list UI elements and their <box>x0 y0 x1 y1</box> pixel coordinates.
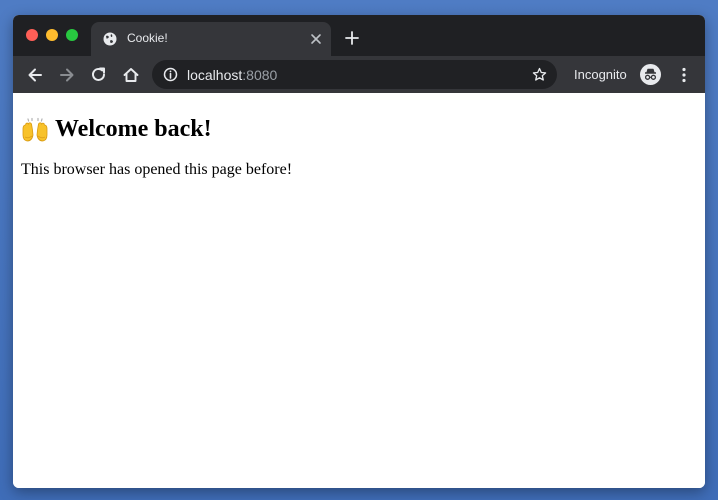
close-window-button[interactable] <box>26 29 38 41</box>
plus-icon[interactable] <box>345 31 359 45</box>
home-icon[interactable] <box>122 66 140 84</box>
url-port: :8080 <box>242 67 278 83</box>
kebab-menu-icon[interactable] <box>676 66 692 84</box>
reload-icon[interactable] <box>90 66 108 84</box>
incognito-icon[interactable] <box>640 64 661 85</box>
tab-title: Cookie! <box>127 31 168 45</box>
maximize-window-button[interactable] <box>66 29 78 41</box>
star-icon[interactable] <box>532 67 547 82</box>
toolbar: localhost:8080 Incognito <box>13 56 705 93</box>
info-icon[interactable] <box>163 67 178 82</box>
heading-text: Welcome back! <box>55 116 212 142</box>
body-text: This browser has opened this page before… <box>21 161 293 178</box>
arrow-left-icon[interactable] <box>26 66 44 84</box>
url-text[interactable]: localhost:8080 <box>187 67 277 83</box>
url-host: localhost <box>187 67 243 83</box>
globe-icon <box>103 32 117 46</box>
minimize-window-button[interactable] <box>46 29 58 41</box>
page-content: Welcome back! This browser has opened th… <box>13 93 705 488</box>
browser-window: Cookie! localhost:8080 Incognito Welcome… <box>13 15 705 488</box>
page-heading: Welcome back! <box>21 116 697 143</box>
incognito-label[interactable]: Incognito <box>574 67 627 82</box>
address-bar[interactable]: localhost:8080 <box>152 60 557 89</box>
raised-hands-icon <box>22 117 48 141</box>
arrow-right-icon[interactable] <box>58 66 76 84</box>
close-icon[interactable] <box>309 32 323 46</box>
tab-cookie[interactable]: Cookie! <box>91 22 331 56</box>
title-bar: Cookie! <box>13 15 705 56</box>
